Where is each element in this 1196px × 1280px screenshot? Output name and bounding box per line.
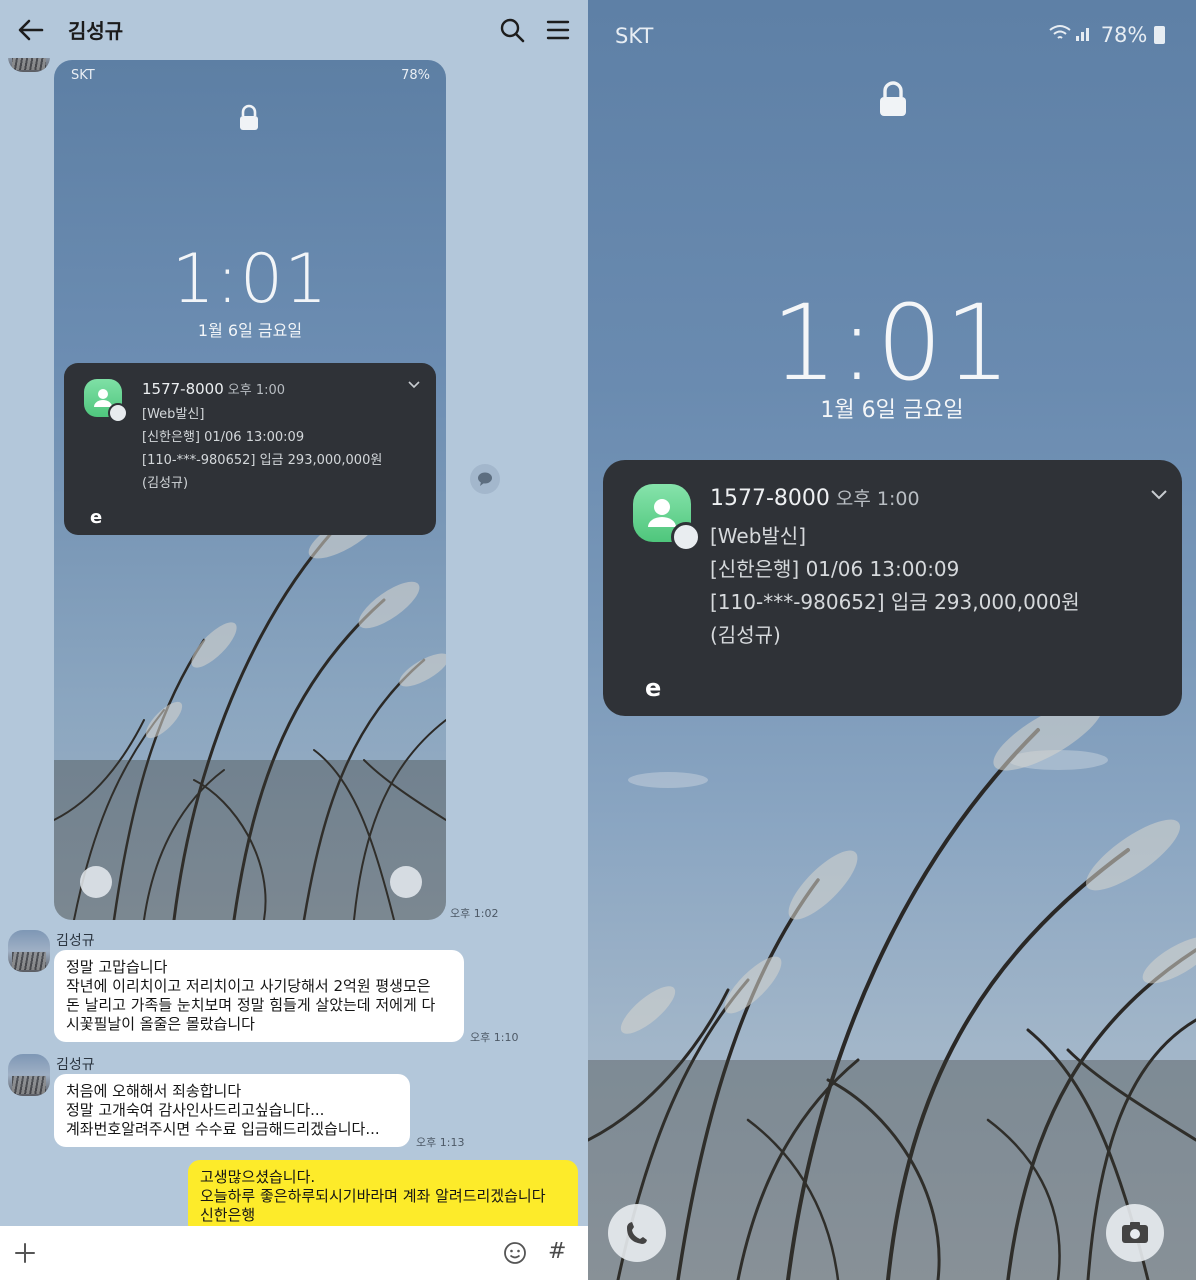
message-time: 오후 1:10	[470, 1031, 519, 1044]
notification-line: [Web발신]	[142, 407, 205, 422]
notification-title: 1577-8000 오후 1:00	[710, 486, 920, 511]
status-battery: 78%	[401, 68, 430, 83]
camera-icon[interactable]	[1106, 1204, 1164, 1262]
my-message-bubble[interactable]: 고생많으셨습니다. 오늘하루 좋은하루되시기바라며 계좌 알려드리겠습니다 신한…	[188, 1160, 578, 1236]
chat-title: 김성규	[68, 19, 124, 43]
message-time: 오후 1:13	[416, 1136, 465, 1149]
message-bubble[interactable]: 정말 고맙습니다 작년에 이리치이고 저리치이고 사기당해서 2억원 평생모은 …	[54, 950, 464, 1042]
notification-line: (김성규)	[142, 476, 189, 491]
avatar[interactable]	[8, 930, 50, 972]
notification-line: [Web발신]	[710, 524, 807, 548]
share-icon[interactable]	[470, 464, 500, 494]
chevron-down-icon[interactable]	[1151, 490, 1167, 500]
message-input-bar[interactable]: #	[0, 1226, 588, 1280]
notification-line: [신한은행] 01/06 13:00:09	[710, 557, 960, 581]
message-bubble[interactable]: 처음에 오해해서 죄송합니다 정말 고개숙여 감사인사드리고싶습니다... 계좌…	[54, 1074, 410, 1147]
battery-level: 78%	[1100, 23, 1148, 47]
message-time: 오후 1:02	[450, 907, 499, 920]
message-badge-icon	[671, 522, 701, 552]
phone-icon	[80, 866, 112, 898]
emoji-icon[interactable]	[503, 1241, 527, 1265]
avatar[interactable]	[8, 1054, 50, 1096]
app-initial: e	[645, 674, 662, 702]
chat-header: 김성규	[0, 0, 588, 58]
notification-line: (김성규)	[710, 623, 781, 647]
camera-icon	[390, 866, 422, 898]
notification-card[interactable]: 1577-8000 오후 1:00 [Web발신] [신한은행] 01/06 13…	[603, 460, 1182, 716]
notification-line: [신한은행] 01/06 13:00:09	[142, 430, 305, 445]
status-icons: 78%	[1048, 23, 1166, 47]
app-initial: e	[90, 507, 103, 528]
menu-icon[interactable]	[544, 16, 572, 44]
status-carrier: SKT	[71, 68, 95, 83]
plus-icon[interactable]	[14, 1242, 36, 1264]
sender-name: 김성규	[56, 1057, 95, 1073]
lock-date: 1월 6일 금요일	[197, 321, 303, 340]
lock-time: 1:01	[771, 282, 1013, 404]
chevron-down-icon	[408, 381, 420, 389]
lock-icon	[880, 81, 906, 116]
sender-name: 김성규	[56, 933, 95, 949]
status-carrier: SKT	[615, 24, 654, 48]
battery-icon	[1154, 26, 1166, 44]
back-arrow-icon[interactable]	[16, 16, 46, 44]
lock-date: 1월 6일 금요일	[820, 398, 964, 423]
image-message[interactable]: SKT 78% 1:01 1월 6일 금요일 1577-8000 오후 1:00 …	[54, 60, 446, 920]
message-badge-icon	[108, 403, 128, 423]
notification-line: [110-***-980652] 입금 293,000,000원	[710, 590, 1080, 614]
notification-card: 1577-8000 오후 1:00 [Web발신] [신한은행] 01/06 13…	[64, 363, 436, 535]
lock-time: 1:01	[171, 240, 329, 319]
notification-line: [110-***-980652] 입금 293,000,000원	[142, 453, 383, 468]
lock-screen: SKT 78% 1:01 1월 6일 금요일 1577-8000 오후 1:00 …	[588, 0, 1196, 1280]
notification-title: 1577-8000 오후 1:00	[142, 380, 286, 398]
chat-screen: 김성규 SKT 78% 1:01 1월 6일 금요일 1577-8000 오후 …	[0, 0, 588, 1280]
hashtag-button[interactable]: #	[548, 1239, 566, 1264]
lock-icon	[240, 104, 258, 130]
phone-icon[interactable]	[608, 1204, 666, 1262]
search-icon[interactable]	[498, 16, 526, 44]
wifi-signal-icon	[1048, 23, 1101, 47]
